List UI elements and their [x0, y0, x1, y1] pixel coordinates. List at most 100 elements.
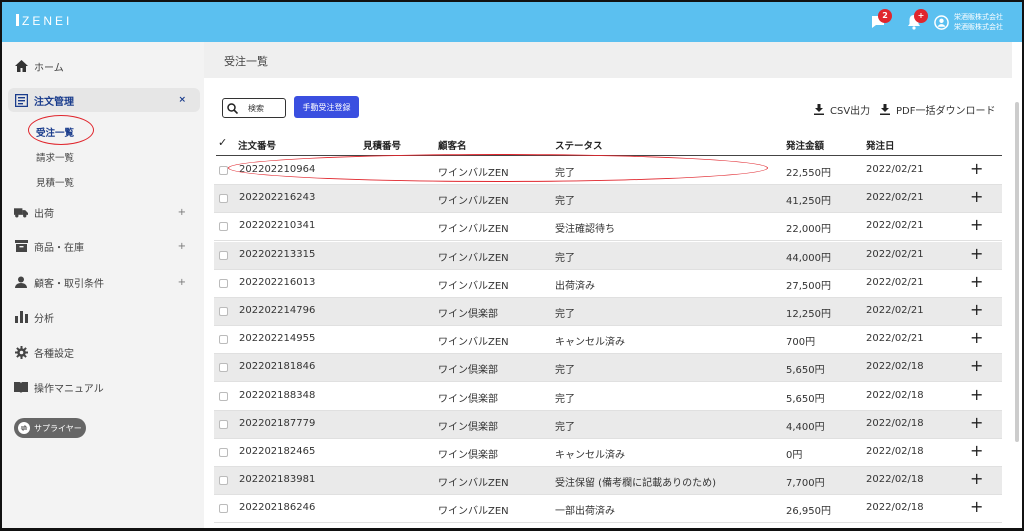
row-checkbox[interactable]: [219, 419, 228, 429]
sidebar-item-analytics[interactable]: 分析: [14, 305, 198, 329]
company-name[interactable]: 栄酒販株式会社 栄酒販株式会社: [954, 12, 1003, 32]
cell-order-no[interactable]: 202202216243: [239, 192, 315, 203]
table-row[interactable]: 202202210341 ワインバルZEN 受注確認待ち 22,000円 2022/02…: [214, 213, 1002, 242]
row-expand-icon[interactable]: +: [970, 272, 983, 291]
cell-order-no[interactable]: 202202183981: [239, 474, 315, 485]
cell-order-no[interactable]: 202202214796: [239, 305, 315, 316]
cell-customer: ワインバルZEN: [438, 478, 509, 490]
cell-order-no[interactable]: 202202186246: [239, 502, 315, 513]
column-status[interactable]: ステータス: [555, 138, 603, 152]
cell-order-no[interactable]: 202202213315: [239, 249, 315, 260]
cell-order-no[interactable]: 202202182465: [239, 446, 315, 457]
row-expand-icon[interactable]: +: [970, 244, 983, 263]
cell-order-no[interactable]: 202202210341: [239, 220, 315, 231]
row-expand-icon[interactable]: +: [970, 441, 983, 460]
cell-customer: ワインバルZEN: [438, 196, 509, 208]
row-checkbox[interactable]: [219, 335, 228, 345]
cell-date: 2022/02/21: [866, 248, 924, 260]
table-row[interactable]: 202202183981 ワインバルZEN 受注保留 (備考欄に記載ありのため) 7,…: [214, 467, 1002, 496]
table-header: ✓ 注文番号 見積番号 顧客名 ステータス 発注金額 発注日: [216, 134, 1002, 156]
sidebar-item-manual[interactable]: 操作マニュアル: [14, 375, 198, 399]
gear-icon: [14, 345, 28, 359]
row-checkbox[interactable]: [219, 222, 228, 232]
table-row[interactable]: 202202216243 ワインバルZEN 完了 41,250円 2022/02/21 +: [214, 185, 1002, 214]
row-checkbox[interactable]: [219, 278, 228, 288]
column-customer[interactable]: 顧客名: [438, 138, 467, 152]
row-checkbox[interactable]: [219, 250, 228, 260]
row-expand-icon[interactable]: +: [970, 187, 983, 206]
scrollbar[interactable]: [1012, 42, 1022, 528]
column-quote-no[interactable]: 見積番号: [363, 138, 401, 152]
sidebar-item-label: 顧客・取引条件: [34, 278, 104, 290]
table-row[interactable]: 202202187779 ワイン倶楽部 完了 4,400円 2022/02/18 +: [214, 410, 1002, 439]
row-checkbox[interactable]: [219, 307, 228, 316]
sidebar-item-label: ホーム: [34, 62, 64, 74]
table-row[interactable]: 202202186246 ワインバルZEN 一部出荷済み 26,950円 2022/02…: [214, 495, 1002, 524]
column-amount[interactable]: 発注金額: [786, 138, 824, 152]
column-order-no[interactable]: 注文番号: [238, 138, 276, 152]
expand-icon[interactable]: +: [178, 207, 186, 218]
sidebar-item-order-management[interactable]: 注文管理 ×: [8, 88, 200, 112]
row-expand-icon[interactable]: +: [970, 215, 983, 234]
row-checkbox[interactable]: [219, 166, 228, 175]
sidebar-item-shipping[interactable]: 出荷 +: [14, 200, 198, 224]
cell-status: 完了: [555, 365, 575, 377]
row-expand-icon[interactable]: +: [970, 300, 983, 319]
row-checkbox[interactable]: [219, 391, 228, 401]
sidebar-item-customers[interactable]: 顧客・取引条件 +: [14, 270, 198, 294]
table-row[interactable]: 202202182465 ワイン倶楽部 キャンセル済み 0円 2022/02/18 +: [214, 439, 1002, 467]
notifications-button[interactable]: +: [906, 9, 928, 30]
cell-order-no[interactable]: 202202181846: [239, 361, 315, 372]
cell-order-no[interactable]: 202202214955: [239, 333, 315, 344]
sidebar-sub-quotes[interactable]: 見積一覧: [36, 175, 74, 189]
sidebar-item-home[interactable]: ホーム: [14, 54, 198, 78]
messages-button[interactable]: 2: [870, 9, 892, 30]
archive-icon: [14, 239, 28, 253]
row-expand-icon[interactable]: +: [970, 356, 983, 375]
sidebar-item-products[interactable]: 商品・在庫 +: [14, 234, 198, 258]
supplier-toggle-button[interactable]: サプライヤー: [14, 418, 86, 438]
app-logo[interactable]: ZENEI: [16, 14, 72, 28]
row-checkbox[interactable]: [219, 448, 228, 457]
expand-icon[interactable]: +: [178, 277, 186, 288]
row-expand-icon[interactable]: +: [970, 328, 983, 347]
row-expand-icon[interactable]: +: [970, 469, 983, 488]
collapse-icon[interactable]: ×: [178, 95, 186, 105]
row-checkbox[interactable]: [219, 476, 228, 486]
sidebar-item-settings[interactable]: 各種設定: [14, 340, 198, 364]
cell-customer: ワイン倶楽部: [438, 421, 498, 433]
table-row[interactable]: 202202213315 ワインバルZEN 完了 44,000円 2022/02/21 +: [214, 241, 1002, 270]
row-checkbox[interactable]: [219, 194, 228, 204]
cell-amount: 27,500円: [786, 280, 831, 292]
account-button[interactable]: [934, 15, 952, 31]
cell-date: 2022/02/21: [866, 305, 924, 316]
row-checkbox[interactable]: [219, 504, 228, 514]
select-all-checkbox[interactable]: ✓: [218, 136, 227, 149]
cell-order-no[interactable]: 202202188348: [239, 390, 315, 401]
row-expand-icon[interactable]: +: [970, 413, 983, 432]
cell-order-no[interactable]: 202202216013: [239, 277, 315, 288]
cell-amount: 5,650円: [786, 365, 825, 377]
row-expand-icon[interactable]: +: [970, 497, 983, 516]
cell-order-no[interactable]: 202202187779: [239, 418, 315, 429]
table-row[interactable]: 202202181846 ワイン倶楽部 完了 5,650円 2022/02/18 +: [214, 354, 1002, 383]
search-button[interactable]: 検索: [222, 98, 286, 118]
cell-date: 2022/02/18: [866, 389, 924, 401]
scrollbar-thumb[interactable]: [1015, 102, 1019, 442]
pdf-download-button[interactable]: PDF一括ダウンロード: [880, 102, 995, 117]
row-expand-icon[interactable]: +: [970, 159, 983, 178]
cell-customer: ワイン倶楽部: [438, 393, 498, 405]
table-row[interactable]: 202202216013 ワインバルZEN 出荷済み 27,500円 2022/02/2…: [214, 270, 1002, 298]
table-row[interactable]: 202202214796 ワイン倶楽部 完了 12,250円 2022/02/21 +: [214, 298, 1002, 326]
row-expand-icon[interactable]: +: [970, 385, 983, 404]
manual-order-register-button[interactable]: 手動受注登録: [294, 96, 359, 118]
csv-export-button[interactable]: CSV出力: [814, 102, 870, 117]
expand-icon[interactable]: +: [178, 241, 186, 252]
row-checkbox[interactable]: [219, 363, 228, 373]
sidebar-sub-invoices[interactable]: 請求一覧: [36, 150, 74, 164]
cell-amount: 44,000円: [786, 252, 831, 264]
column-date[interactable]: 発注日: [866, 138, 895, 152]
table-row[interactable]: 202202214955 ワインバルZEN キャンセル済み 700円 2022/02/2…: [214, 326, 1002, 355]
table-row[interactable]: 202202188348 ワイン倶楽部 完了 5,650円 2022/02/18 +: [214, 383, 1002, 411]
truck-icon: [14, 205, 28, 219]
